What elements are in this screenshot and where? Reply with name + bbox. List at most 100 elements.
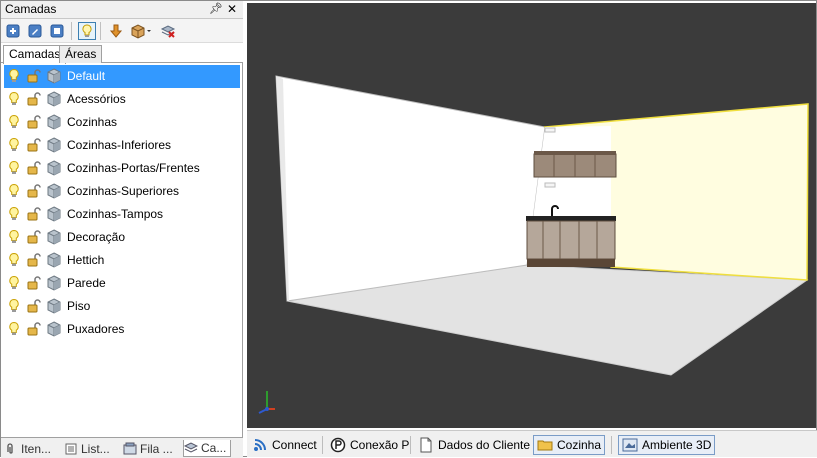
lightbulb-icon[interactable]: [6, 183, 22, 199]
status-label: Dados do Cliente: [438, 438, 531, 452]
lock-icon[interactable]: [26, 252, 42, 268]
layer-label: Decoração: [67, 230, 126, 244]
layer-properties-icon: [50, 24, 64, 38]
environment-3d-icon: [622, 438, 638, 452]
layer-label: Hettich: [67, 253, 105, 267]
lightbulb-icon[interactable]: [6, 91, 22, 107]
pin-icon[interactable]: 📌︎: [209, 1, 223, 18]
layer-row[interactable]: Puxadores: [4, 318, 240, 341]
application-window: Camadas 📌︎ ✕ Camadas Áreas Default Acess…: [0, 0, 817, 458]
layer-row[interactable]: Piso: [4, 295, 240, 318]
3d-scene[interactable]: [247, 3, 816, 428]
panel-title: Camadas: [5, 2, 57, 16]
lock-icon[interactable]: [26, 114, 42, 130]
lightbulb-icon[interactable]: [6, 160, 22, 176]
layer-row[interactable]: Default: [4, 65, 240, 88]
dock-tab-label: List...: [81, 441, 110, 456]
box-menu-button[interactable]: [129, 22, 153, 40]
lightbulb-icon[interactable]: [6, 206, 22, 222]
layer-row[interactable]: Acessórios: [4, 88, 240, 111]
lock-icon[interactable]: [26, 68, 42, 84]
layer-row[interactable]: Cozinhas-Superiores: [4, 180, 240, 203]
layer-row[interactable]: Cozinhas-Tampos: [4, 203, 240, 226]
cube-icon: [46, 275, 62, 291]
lightbulb-icon[interactable]: [6, 137, 22, 153]
layer-list: Default Acessórios Cozinhas Cozinhas-Inferi…: [4, 65, 240, 341]
lower-cabinets[interactable]: [526, 220, 616, 260]
layer-label: Cozinhas-Inferiores: [67, 138, 172, 152]
3d-viewport[interactable]: [247, 3, 816, 428]
lightbulb-icon[interactable]: [6, 252, 22, 268]
edit-layer-button[interactable]: [26, 22, 44, 40]
lock-icon[interactable]: [26, 91, 42, 107]
layer-label: Acessórios: [67, 92, 126, 106]
cube-icon: [46, 68, 62, 84]
layer-row[interactable]: Cozinhas-Inferiores: [4, 134, 240, 157]
lock-icon[interactable]: [26, 206, 42, 222]
layer-row[interactable]: Cozinhas-Portas/Frentes: [4, 157, 240, 180]
wall-socket: [544, 182, 556, 188]
lock-icon[interactable]: [26, 321, 42, 337]
layers-panel: Camadas 📌︎ ✕ Camadas Áreas Default Acess…: [1, 1, 243, 458]
lock-icon[interactable]: [26, 298, 42, 314]
delete-layers-button[interactable]: [159, 22, 177, 40]
lightbulb-icon[interactable]: [6, 114, 22, 130]
close-icon[interactable]: ✕: [227, 1, 237, 18]
dock-tab-items[interactable]: Iten...: [4, 440, 51, 457]
folder-icon: [537, 440, 553, 451]
tab-camadas[interactable]: Camadas: [3, 45, 67, 64]
upper-cabinet-top: [534, 151, 616, 155]
list-icon: [65, 443, 77, 454]
connect-button[interactable]: Connect: [249, 435, 320, 455]
lock-icon[interactable]: [26, 160, 42, 176]
layer-row[interactable]: Cozinhas: [4, 111, 240, 134]
conexao-button[interactable]: Conexão P: [327, 435, 412, 455]
kitchen-button[interactable]: Cozinha: [533, 435, 606, 455]
paperclip-icon: [7, 442, 13, 454]
layer-row[interactable]: Parede: [4, 272, 240, 295]
lightbulb-icon[interactable]: [6, 298, 22, 314]
layer-row[interactable]: Hettich: [4, 249, 240, 272]
rss-icon: [254, 439, 266, 451]
layers-icon: [184, 442, 198, 453]
lightbulb-icon[interactable]: [6, 275, 22, 291]
layer-label: Piso: [67, 299, 91, 313]
tab-areas[interactable]: Áreas: [59, 45, 103, 63]
dock-tab-lists[interactable]: List...: [64, 440, 110, 457]
box-dropdown-icon: [131, 24, 151, 39]
lightbulb-icon[interactable]: [6, 68, 22, 84]
queue-icon: [123, 442, 137, 454]
lightbulb-icon[interactable]: [6, 229, 22, 245]
lock-icon[interactable]: [26, 229, 42, 245]
layer-row[interactable]: Decoração: [4, 226, 240, 249]
lightbulb-icon: [82, 24, 92, 37]
status-label: Connect: [272, 438, 317, 452]
visibility-toggle-button[interactable]: [78, 22, 96, 40]
move-down-button[interactable]: [107, 22, 125, 40]
cabinet-plinth: [527, 259, 615, 267]
document-icon: [420, 437, 432, 453]
layer-label: Cozinhas-Portas/Frentes: [67, 161, 200, 175]
dock-tab-queue[interactable]: Fila ...: [123, 440, 173, 457]
left-wall[interactable]: [275, 75, 546, 302]
lock-icon[interactable]: [26, 137, 42, 153]
lock-icon[interactable]: [26, 183, 42, 199]
add-layer-icon: [6, 24, 20, 38]
environment-3d-button[interactable]: Ambiente 3D: [618, 435, 716, 455]
cube-icon: [46, 298, 62, 314]
panel-tabs: Camadas Áreas: [1, 43, 243, 64]
countertop[interactable]: [526, 216, 616, 221]
layer-label: Cozinhas: [67, 115, 118, 129]
dock-tab-layers[interactable]: Ca...: [183, 440, 232, 457]
wall-socket: [544, 127, 556, 133]
layer-label: Cozinhas-Superiores: [67, 184, 180, 198]
bottom-dock-tabs: Iten... List... Fila ... Ca...: [1, 437, 243, 458]
promob-icon: [330, 437, 346, 453]
add-layer-button[interactable]: [4, 22, 22, 40]
layer-props-button[interactable]: [48, 22, 66, 40]
lightbulb-icon[interactable]: [6, 321, 22, 337]
client-data-button[interactable]: Dados do Cliente: [415, 435, 533, 455]
edit-layer-icon: [28, 24, 42, 38]
cube-icon: [46, 137, 62, 153]
lock-icon[interactable]: [26, 275, 42, 291]
